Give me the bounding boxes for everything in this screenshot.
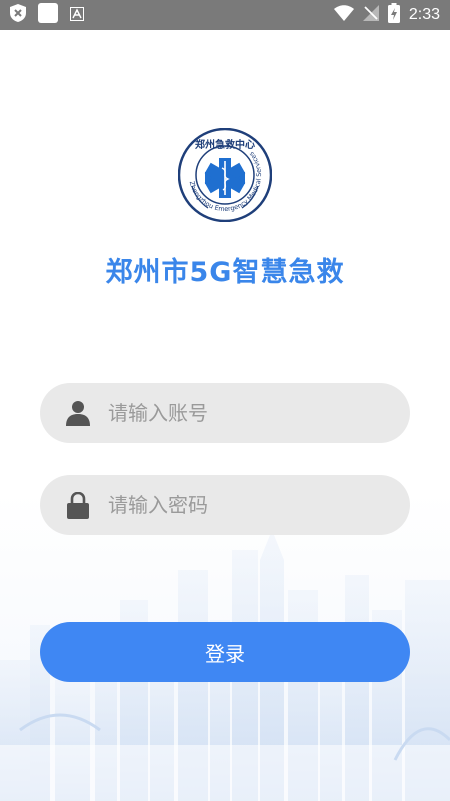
shield-x-icon xyxy=(10,4,26,26)
no-signal-icon xyxy=(362,5,379,25)
login-button[interactable]: 登录 xyxy=(40,622,410,682)
white-square-icon xyxy=(38,3,58,27)
lock-icon xyxy=(64,491,92,519)
app-title: 郑州市5G智慧急救 xyxy=(105,257,345,288)
battery-charging-icon xyxy=(387,3,400,27)
font-a-icon xyxy=(70,6,84,25)
status-bar: 2:33 xyxy=(0,0,450,30)
user-icon xyxy=(64,399,92,427)
account-input[interactable] xyxy=(108,401,390,425)
status-bar-right: 2:33 xyxy=(333,3,440,27)
status-bar-left xyxy=(10,3,84,27)
password-field[interactable] xyxy=(40,475,410,535)
wifi-icon xyxy=(333,5,354,25)
logo-top-text: 郑州急救中心 xyxy=(195,138,255,151)
password-input[interactable] xyxy=(108,493,390,517)
status-time: 2:33 xyxy=(408,6,440,23)
login-screen: 郑州急救中心 Zhengzhou Emergency Medical Servi… xyxy=(0,30,450,801)
account-field[interactable] xyxy=(40,383,410,443)
emergency-center-logo: 郑州急救中心 Zhengzhou Emergency Medical Servi… xyxy=(178,128,272,222)
